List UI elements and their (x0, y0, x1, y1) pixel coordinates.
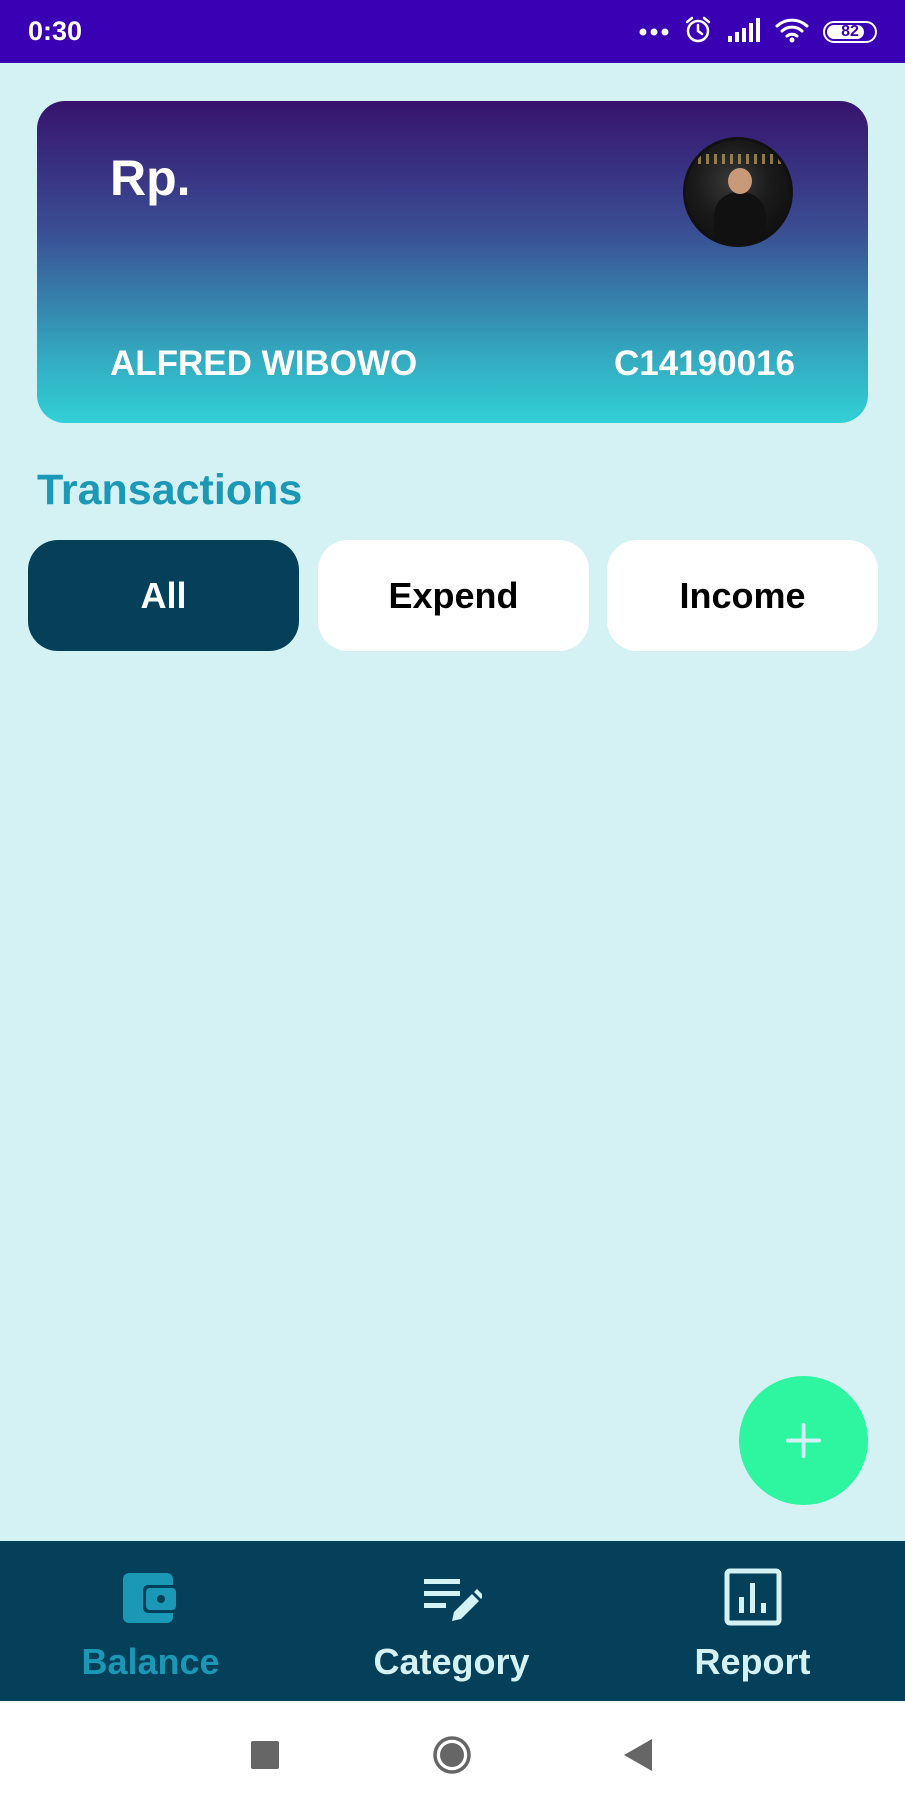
transaction-filter-row: All Expend Income (28, 540, 878, 651)
more-dots-icon (639, 23, 669, 41)
wallet-icon (123, 1573, 179, 1623)
plus-icon (786, 1423, 821, 1458)
add-transaction-button[interactable] (739, 1376, 868, 1505)
avatar-background-lights (698, 154, 784, 164)
avatar-body (714, 192, 766, 244)
filter-expend-button[interactable]: Expend (318, 540, 589, 651)
status-bar: 0:30 82 (0, 0, 905, 63)
recent-apps-icon (251, 1741, 279, 1769)
nav-item-report[interactable]: Report (602, 1541, 903, 1701)
battery-level: 82 (841, 23, 859, 40)
recent-apps-button[interactable] (205, 1701, 325, 1810)
edit-list-icon (424, 1579, 482, 1621)
bar-chart-icon (724, 1568, 782, 1626)
avatar-head (728, 168, 752, 194)
battery-icon: 82 (823, 21, 877, 43)
home-button[interactable] (392, 1701, 512, 1810)
signal-icon (727, 17, 761, 47)
system-nav-bar (0, 1701, 905, 1810)
currency-label: Rp. (110, 150, 191, 206)
wifi-icon (775, 17, 809, 48)
account-name: ALFRED WIBOWO (110, 344, 418, 383)
transactions-title: Transactions (37, 466, 303, 514)
nav-item-balance[interactable]: Balance (0, 1541, 301, 1701)
back-icon (624, 1739, 652, 1771)
home-icon (433, 1736, 471, 1774)
bottom-nav: Balance Category Report (0, 1541, 905, 1701)
alarm-icon (683, 15, 713, 50)
status-icons: 82 (639, 14, 877, 50)
balance-card: Rp. ALFRED WIBOWO C14190016 (37, 101, 868, 423)
filter-all-button[interactable]: All (28, 540, 299, 651)
avatar[interactable] (683, 137, 793, 247)
status-time: 0:30 (28, 16, 83, 46)
nav-label-category: Category (373, 1641, 530, 1682)
back-button[interactable] (580, 1701, 700, 1810)
nav-item-category[interactable]: Category (301, 1541, 602, 1701)
account-id: C14190016 (614, 344, 795, 383)
nav-label-balance: Balance (81, 1641, 220, 1682)
filter-income-button[interactable]: Income (607, 540, 878, 651)
nav-label-report: Report (694, 1641, 811, 1682)
